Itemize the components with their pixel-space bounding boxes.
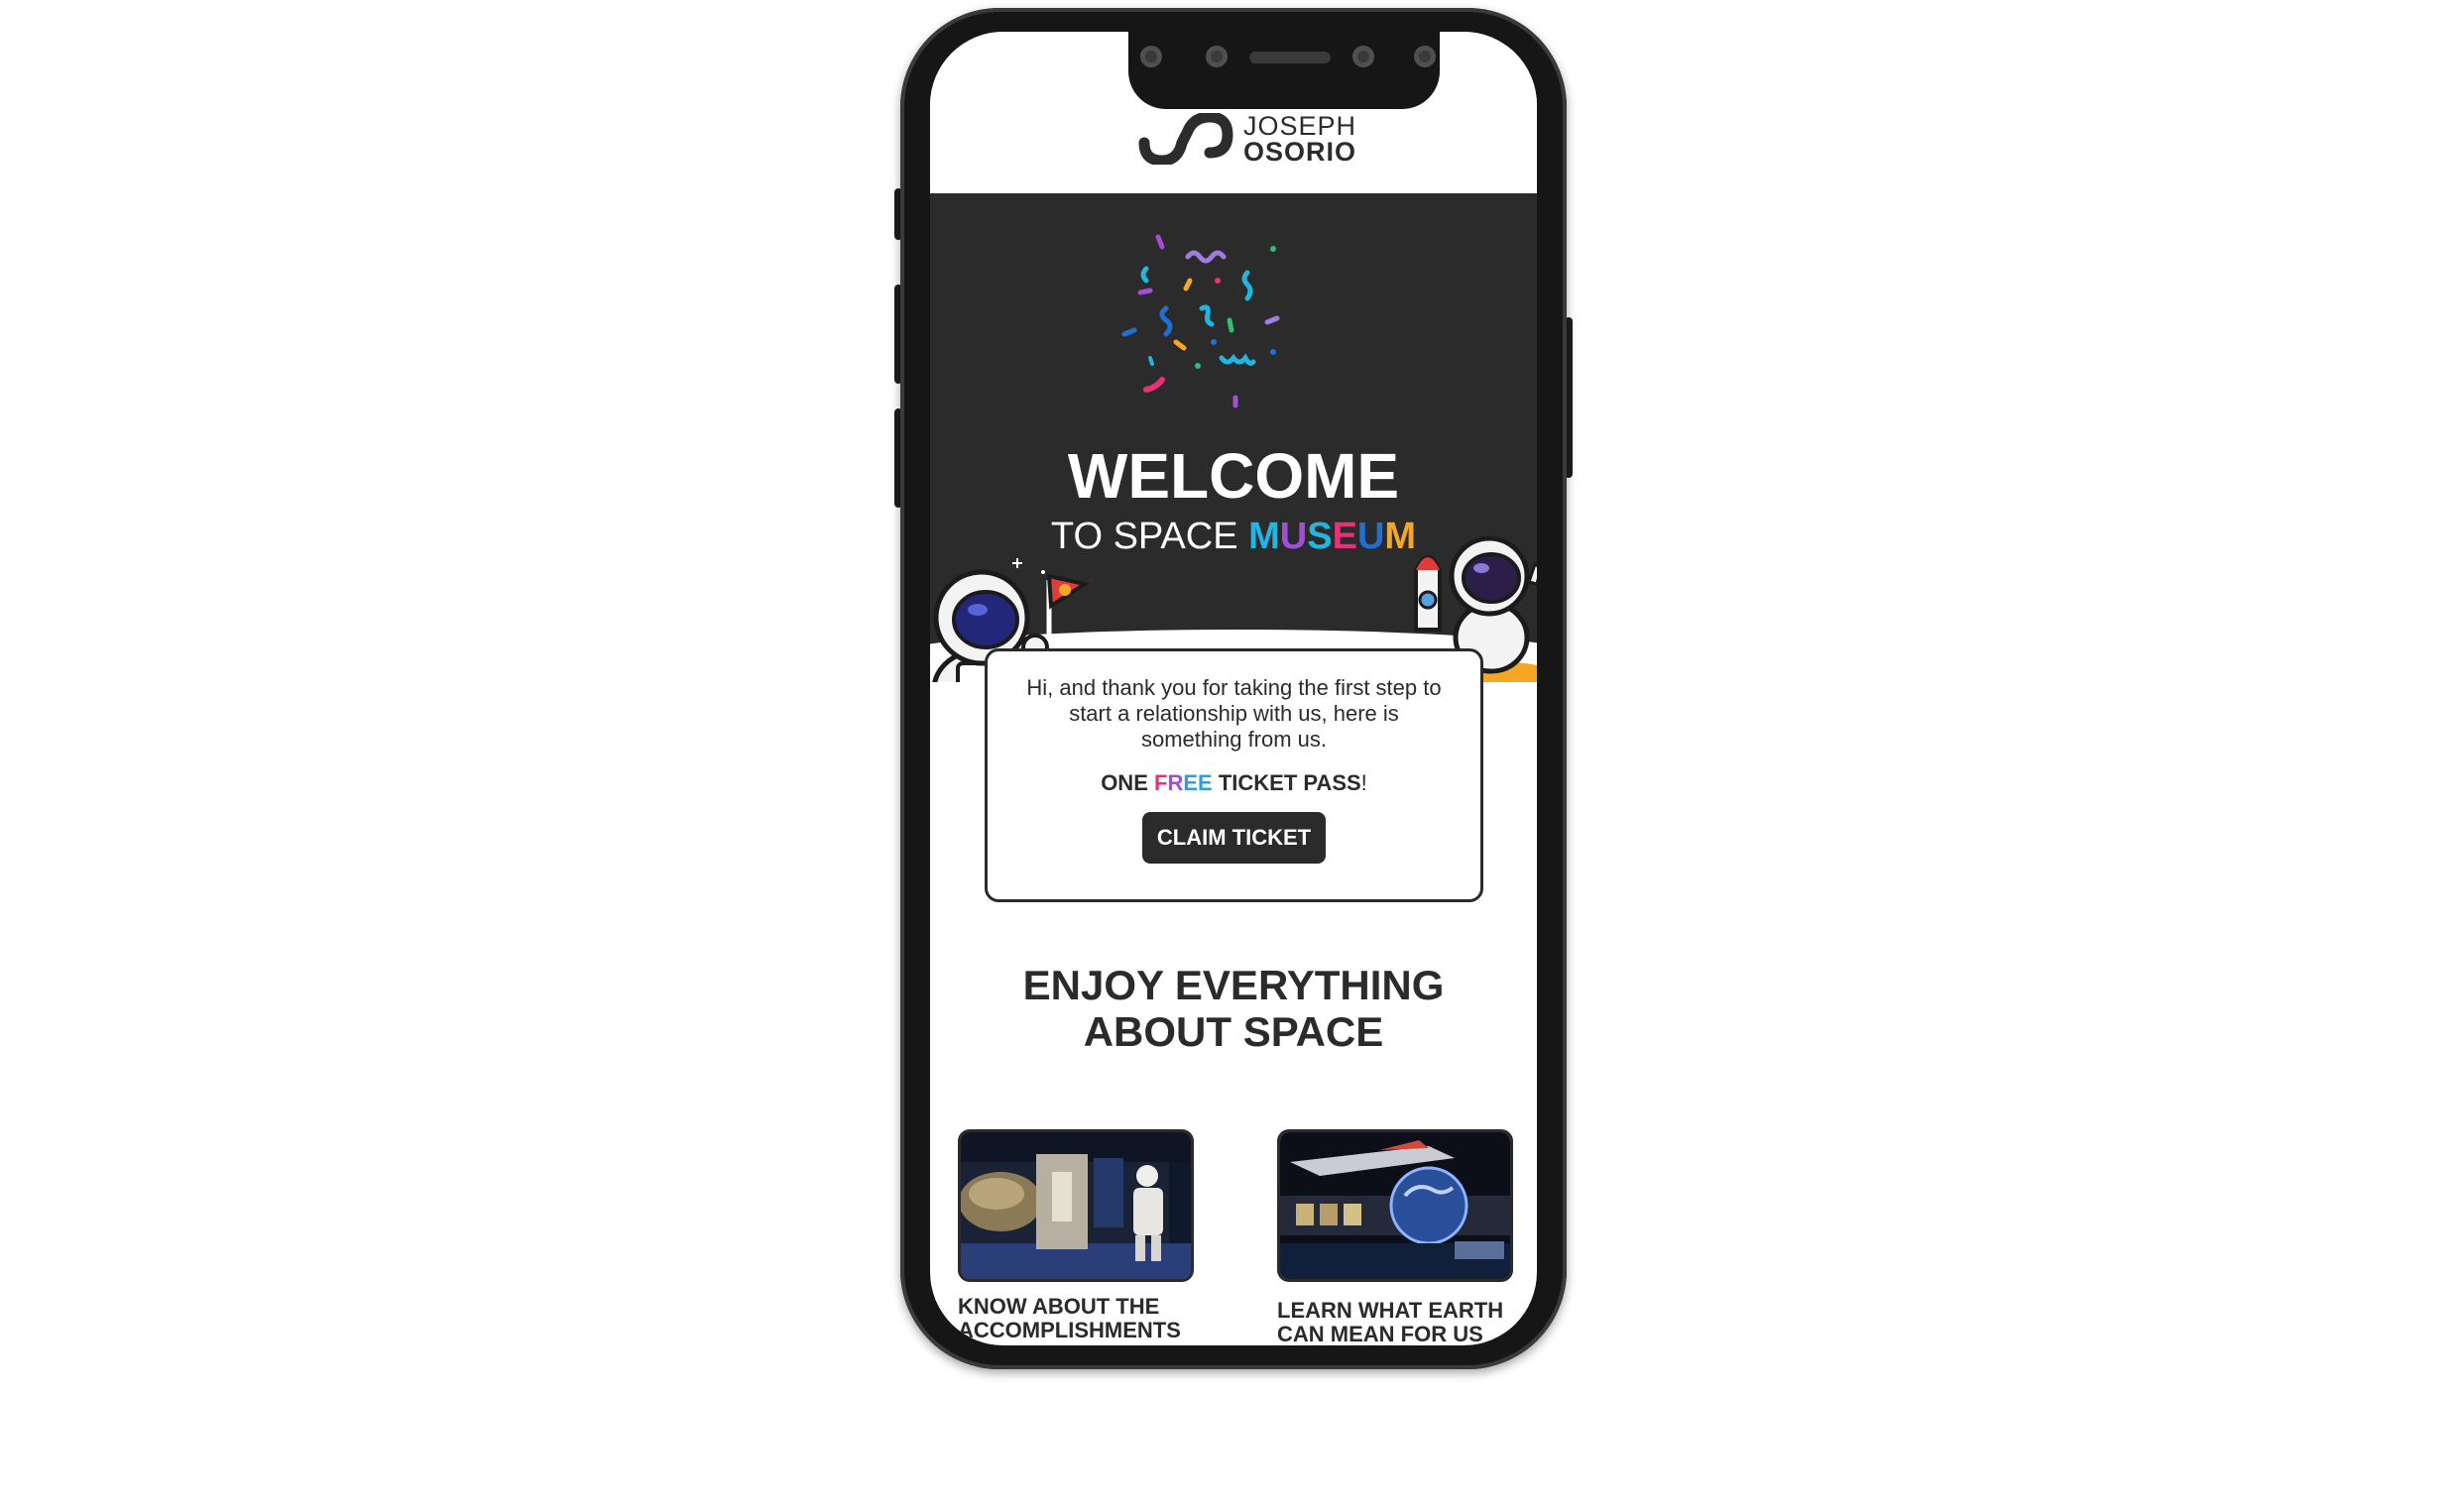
exhibit-caption: LEARN WHAT EARTH CAN MEAN FOR US <box>1277 1298 1504 1346</box>
exhibit-image-moon-landing[interactable] <box>958 1129 1194 1282</box>
camera-icon <box>1352 46 1374 67</box>
free-accent-text: FREE <box>1154 770 1213 795</box>
welcome-card: Hi, and thank you for taking the first s… <box>985 648 1483 902</box>
confetti-icon <box>1121 234 1280 408</box>
accent-letter: R <box>1167 770 1184 795</box>
exhibit-caption: KNOW ABOUT THE ACCOMPLISHMENTS <box>958 1294 1181 1342</box>
camera-icon <box>1206 46 1228 67</box>
sensor-icon <box>1140 46 1162 67</box>
accent-letter: E <box>1332 516 1357 557</box>
phone-screen: JOSEPH OSORIO WELCOME TO SPACE MUSEUM Hi… <box>930 32 1537 1345</box>
accent-letter: F <box>1154 770 1168 795</box>
speaker-grille <box>1249 52 1331 63</box>
accent-letter: E <box>1183 770 1199 795</box>
hero-banner: WELCOME TO SPACE MUSEUM <box>930 193 1537 682</box>
welcome-message: Hi, and thank you for taking the first s… <box>1026 675 1442 752</box>
exhibit-image-earth-globe[interactable] <box>1277 1129 1513 1282</box>
logo-wordmark: JOSEPH OSORIO <box>1243 111 1357 167</box>
accent-letter: E <box>1198 770 1213 795</box>
sensor-icon <box>1414 46 1436 67</box>
phone-notch <box>1128 32 1440 109</box>
accent-letter: U <box>1279 516 1308 557</box>
accent-letter: M <box>1248 516 1280 557</box>
logo-icon <box>1138 113 1233 165</box>
phone-frame: JOSEPH OSORIO WELCOME TO SPACE MUSEUM Hi… <box>900 8 1567 1369</box>
accent-letter: S <box>1307 516 1333 557</box>
section-title: ENJOY EVERYTHING ABOUT SPACE <box>1022 962 1445 1055</box>
ticket-offer: ONE FREE TICKET PASS! <box>1101 770 1367 795</box>
hero-title: WELCOME <box>1067 440 1400 512</box>
claim-ticket-button[interactable]: CLAIM TICKET <box>1141 812 1327 864</box>
